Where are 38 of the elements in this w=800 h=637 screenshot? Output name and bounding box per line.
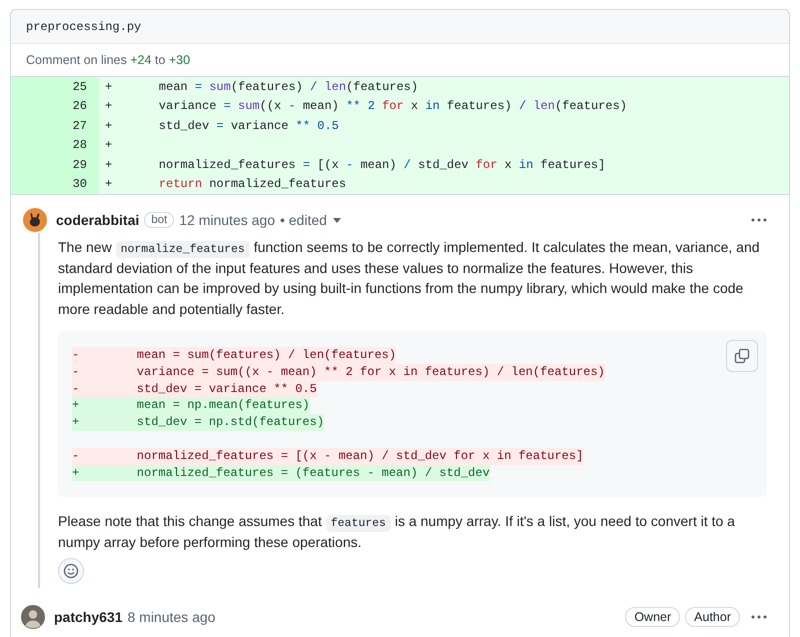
user-avatar[interactable]: [21, 605, 45, 630]
more-options-icon[interactable]: [751, 615, 767, 620]
code-line: mean = sum(features) / len(features): [158, 80, 418, 94]
caret-icon[interactable]: [332, 218, 341, 222]
diff-sign: +: [105, 177, 114, 192]
code-line: std_dev = variance ** 0.5: [158, 118, 339, 133]
diff-sign: +: [105, 99, 114, 114]
comment-range-label: Comment on lines +24 to +30: [26, 53, 190, 67]
diff-sign: +: [105, 118, 114, 133]
role-label: Owner: [625, 607, 680, 628]
line-number: 25: [11, 77, 99, 96]
add-reaction-button[interactable]: [58, 558, 84, 584]
bot-label: bot: [144, 212, 174, 228]
copy-icon[interactable]: [734, 348, 750, 364]
timestamp[interactable]: 8 minutes ago: [127, 609, 216, 626]
line-number: 26: [11, 96, 99, 116]
line-number: 28: [11, 136, 99, 155]
diff-sign: +: [105, 80, 114, 94]
code-line: normalized_features = [(x - mean) / std_dev for x in features]: [158, 158, 606, 172]
line-number: 30: [11, 174, 99, 194]
role-label: Author: [685, 607, 740, 628]
code-line: variance = sum((x - mean) ** 2 for x in features) / len(features): [158, 99, 627, 114]
timestamp[interactable]: 12 minutes ago: [179, 212, 275, 228]
copy-button[interactable]: [726, 340, 758, 372]
more-options-icon[interactable]: [751, 218, 767, 222]
line-number: 27: [11, 116, 99, 136]
smiley-icon[interactable]: [63, 563, 79, 580]
file-name[interactable]: preprocessing.py: [26, 20, 142, 34]
comment-text: The new normalize_features function seems to be correctly implemented. It calculates the mean, variance, and standard deviation of the input features and uses these values to normalize the features. However, this implementation can be improved by using built-in functions from the numpy library, which would make the code more readable and potentially faster.: [58, 238, 761, 319]
author-name[interactable]: patchy631: [54, 609, 122, 626]
rabbit-avatar-icon[interactable]: [23, 208, 47, 232]
comment-text: Please note that this change assumes that features is a numpy array. If it's a list, you need to convert it to a numpy array before performing these operations.: [58, 512, 736, 552]
line-number: 29: [11, 155, 99, 174]
diff-sign: +: [105, 138, 114, 152]
code-line: return normalized_features: [158, 177, 346, 192]
author-name[interactable]: coderabbitai: [56, 212, 140, 228]
diff-sign: +: [105, 158, 114, 172]
edited-dropdown[interactable]: • edited: [280, 212, 327, 228]
